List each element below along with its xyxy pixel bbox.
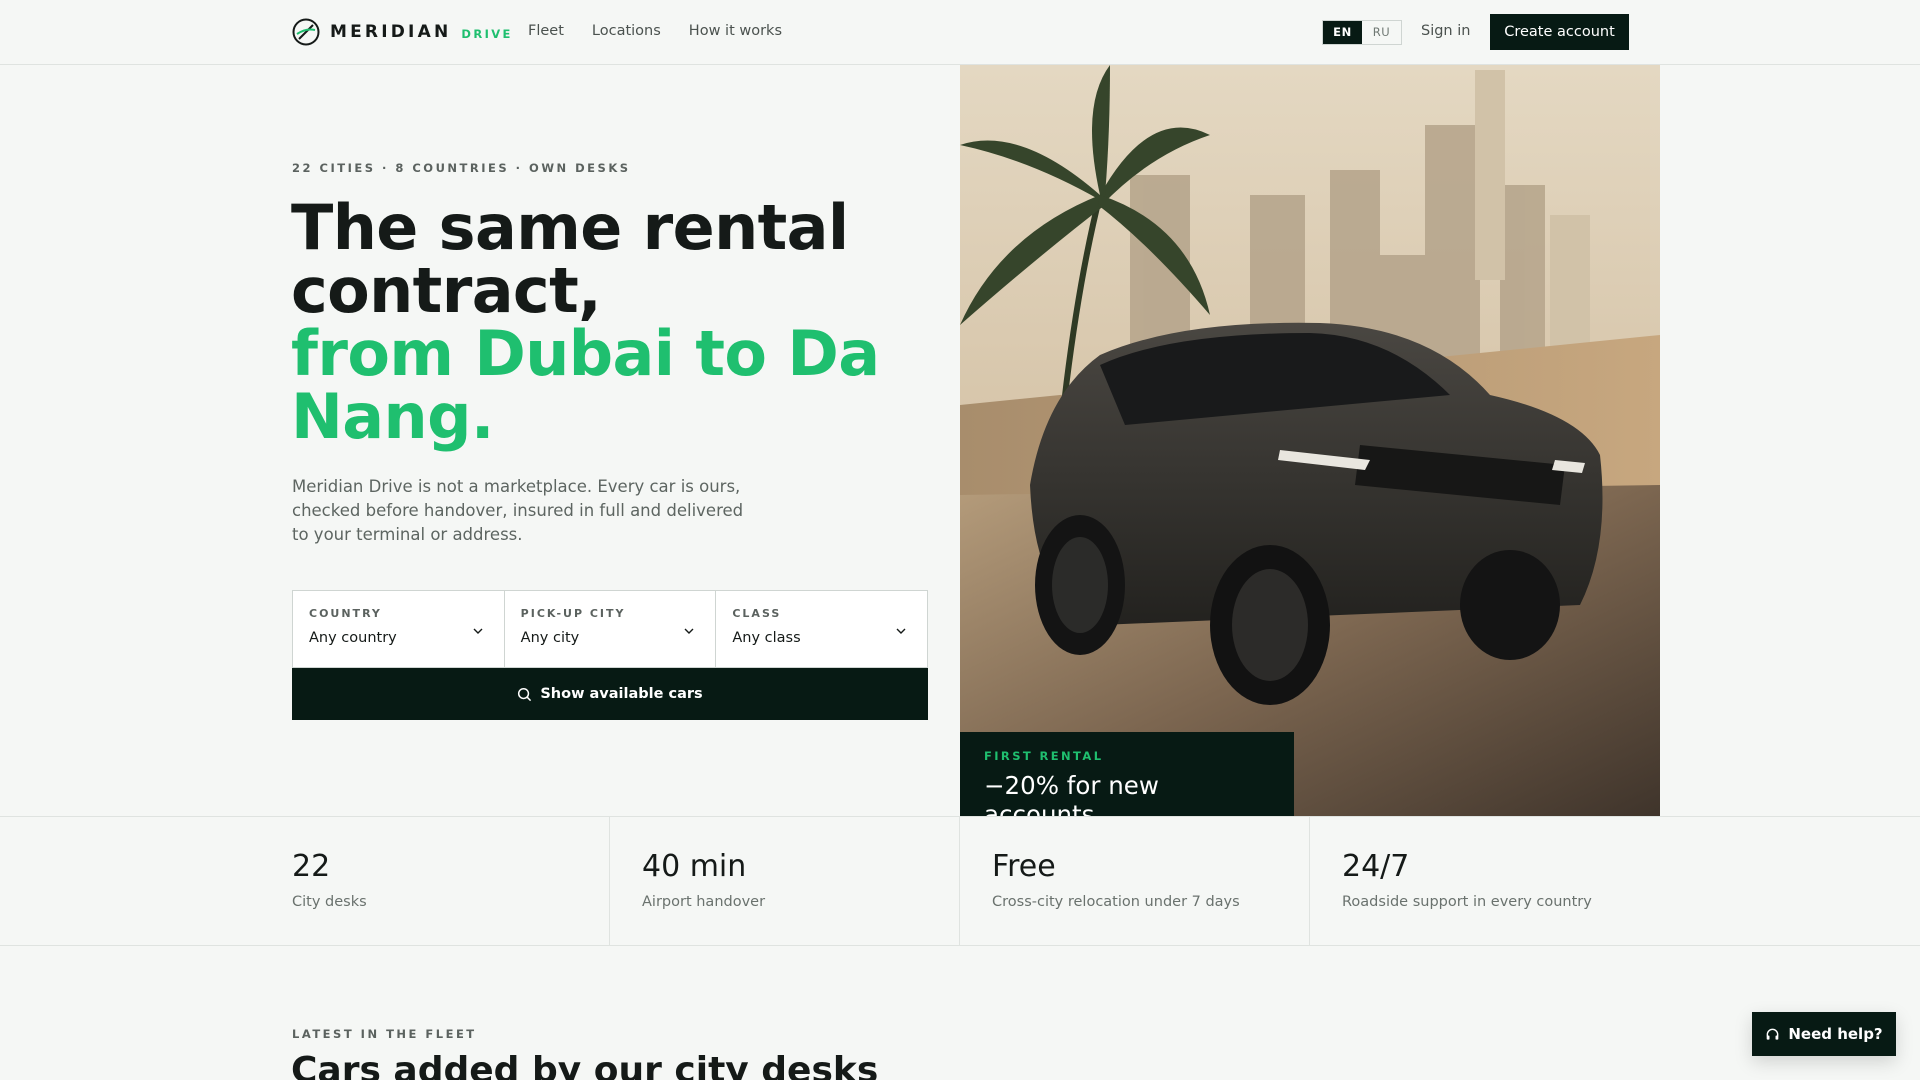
hero-headline: The same rental contract, from Dubai to … <box>291 196 891 448</box>
hero-headline-accent: from Dubai to Da Nang. <box>291 317 880 453</box>
pickup-city-label: PICK-UP CITY <box>520 607 626 620</box>
brand-sub: DRIVE <box>461 27 513 41</box>
need-help-label: Need help? <box>1788 1025 1883 1043</box>
chevron-down-icon <box>896 628 906 634</box>
stat-divider <box>1309 817 1310 945</box>
stat-relocation: Free Cross-city relocation under 7 days <box>992 817 1240 945</box>
stat-label: Airport handover <box>642 894 766 910</box>
nav-locations[interactable]: Locations <box>592 23 661 39</box>
search-icon <box>518 687 532 701</box>
hero-headline-main: The same rental contract, <box>291 191 849 327</box>
site-header: MERIDIAN DRIVE Fleet Locations How it wo… <box>0 0 1920 65</box>
show-cars-button[interactable]: Show available cars <box>292 668 928 720</box>
promo-label: FIRST RENTAL <box>984 749 1104 763</box>
country-select[interactable]: COUNTRY Any country <box>293 591 505 667</box>
chevron-down-icon <box>684 628 694 634</box>
pickup-city-select[interactable]: PICK-UP CITY Any city <box>505 591 717 667</box>
latest-eyebrow: LATEST IN THE FLEET <box>292 1027 477 1041</box>
latest-title: Cars added by our city desks <box>291 1050 879 1080</box>
lang-en-button[interactable]: EN <box>1323 21 1362 44</box>
stat-value: Free <box>992 849 1056 884</box>
signin-link[interactable]: Sign in <box>1421 23 1470 39</box>
car-search-form: COUNTRY Any country PICK-UP CITY Any cit… <box>292 590 928 720</box>
stat-divider <box>609 817 610 945</box>
need-help-button[interactable]: Need help? <box>1752 1012 1896 1056</box>
stat-airport-handover: 40 min Airport handover <box>642 817 765 945</box>
brand-logo[interactable]: MERIDIAN DRIVE <box>292 18 513 46</box>
pickup-city-value: Any city <box>520 630 580 646</box>
lang-ru-button[interactable]: RU <box>1362 21 1401 44</box>
hero-lede: Meridian Drive is not a marketplace. Eve… <box>292 477 744 544</box>
language-switch: EN RU <box>1322 20 1402 45</box>
create-account-button[interactable]: Create account <box>1490 14 1629 50</box>
hero-eyebrow: 22 CITIES · 8 COUNTRIES · OWN DESKS <box>292 161 631 175</box>
headset-icon <box>1766 1028 1779 1040</box>
stat-divider <box>959 817 960 945</box>
class-value: Any class <box>732 630 801 646</box>
hero-image: FIRST RENTAL −20% for new accounts <box>960 65 1660 816</box>
stat-value: 40 min <box>642 849 747 884</box>
stat-value: 22 <box>292 849 331 884</box>
nav-fleet[interactable]: Fleet <box>528 23 564 39</box>
stat-label: Roadside support in every country <box>1342 894 1592 910</box>
brand-name: MERIDIAN <box>330 22 452 42</box>
class-label: CLASS <box>732 607 782 620</box>
country-value: Any country <box>309 630 397 646</box>
main-nav: Fleet Locations How it works <box>528 23 782 39</box>
stat-city-desks: 22 City desks <box>292 817 367 945</box>
country-label: COUNTRY <box>309 607 382 620</box>
stat-label: City desks <box>292 894 367 910</box>
stat-value: 24/7 <box>1342 849 1410 884</box>
nav-how-it-works[interactable]: How it works <box>689 23 782 39</box>
search-fields: COUNTRY Any country PICK-UP CITY Any cit… <box>292 590 928 668</box>
stat-label: Cross-city relocation under 7 days <box>992 894 1240 910</box>
compass-icon <box>292 18 320 46</box>
promo-badge: FIRST RENTAL −20% for new accounts <box>960 732 1294 816</box>
chevron-down-icon <box>473 628 483 634</box>
promo-text: −20% for new accounts <box>984 771 1159 816</box>
stats-strip: 22 City desks 40 min Airport handover Fr… <box>0 816 1920 946</box>
hero-photo-illustration <box>960 65 1660 816</box>
stat-roadside: 24/7 Roadside support in every country <box>1342 817 1592 945</box>
class-select[interactable]: CLASS Any class <box>716 591 927 667</box>
show-cars-label: Show available cars <box>540 686 703 702</box>
